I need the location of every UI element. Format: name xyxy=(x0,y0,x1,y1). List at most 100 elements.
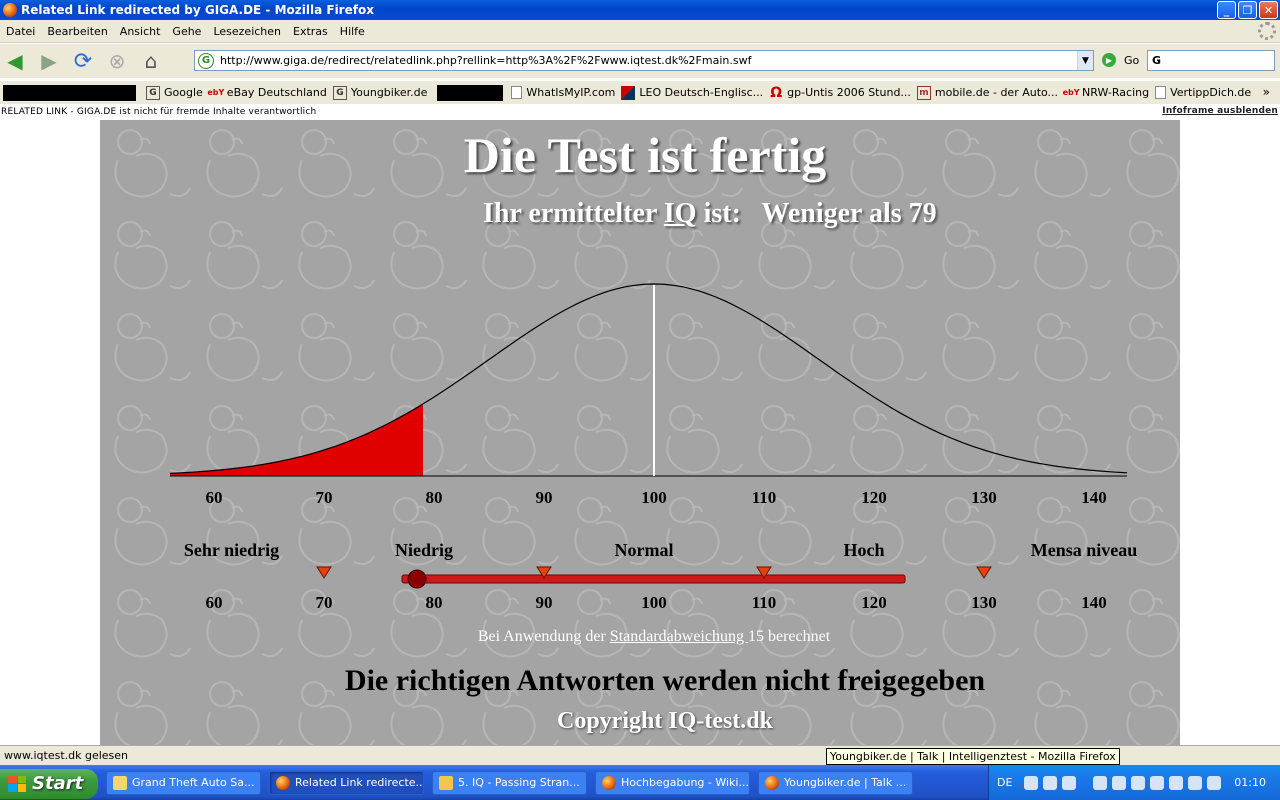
url-text[interactable]: http://www.giga.de/redirect/relatedlink.… xyxy=(220,54,1077,67)
bell-curve-chart: 60 70 80 90 100 110 120 130 140 xyxy=(169,283,1128,507)
stop-button[interactable]: ⊗ xyxy=(102,47,132,75)
taskbar-item-youngbiker[interactable]: Youngbiker.de | Talk ... xyxy=(758,770,913,795)
bookmark-youngbiker[interactable]: G Youngbiker.de xyxy=(332,85,428,100)
window-titlebar: Related Link redirected by GIGA.DE - Moz… xyxy=(0,0,1280,20)
bookmark-label: Google xyxy=(164,86,203,99)
bookmark-vertippdich[interactable]: VertippDich.de xyxy=(1155,86,1251,99)
x-tick-label: 100 xyxy=(641,488,667,507)
url-dropdown-icon[interactable]: ▼ xyxy=(1077,51,1093,70)
tray-app-icon[interactable] xyxy=(1150,775,1165,790)
omega-icon: Ω xyxy=(770,84,783,101)
flash-stage: Die Test ist fertig Ihr ermittelter IQ i… xyxy=(100,120,1180,745)
scale-tick-label: 70 xyxy=(316,593,333,612)
bookmark-ebay[interactable]: ebY eBay Deutschland xyxy=(207,86,327,100)
minimize-button[interactable]: _ xyxy=(1217,1,1236,19)
back-button[interactable]: ◀ xyxy=(0,47,30,75)
bookmark-label: mobile.de - der Auto... xyxy=(934,86,1059,99)
forward-button[interactable]: ▶ xyxy=(34,47,64,75)
menu-extras[interactable]: Extras xyxy=(287,25,334,38)
home-button[interactable]: ⌂ xyxy=(136,47,166,75)
iq-charts: 60 70 80 90 100 110 120 130 140 Sehr niedrig Nied… xyxy=(169,283,1137,612)
firefox-icon xyxy=(602,775,616,790)
close-button[interactable]: ✕ xyxy=(1259,1,1278,19)
hide-infoframe-link[interactable]: Infoframe ausblenden xyxy=(1162,106,1278,116)
bookmark-whatismyip[interactable]: WhatIsMyIP.com xyxy=(511,86,615,99)
std-note-prefix: Bei Anwendung der xyxy=(477,628,610,645)
search-engine-icon[interactable]: G xyxy=(1152,54,1161,67)
bookmark-label: WhatIsMyIP.com xyxy=(526,86,616,99)
bookmarks-toolbar: G Google ebY eBay Deutschland G Youngbik… xyxy=(0,80,1280,104)
scale-category-label: Mensa niveau xyxy=(1031,540,1138,560)
back-arrow-icon: ◀ xyxy=(7,49,23,73)
taskbar: Start Grand Theft Auto Sa... Related Lin… xyxy=(0,765,1280,800)
bookmark-leo[interactable]: LEO Deutsch-Englisc... xyxy=(621,85,764,100)
copyright-text: Copyright IQ-test.dk xyxy=(556,708,773,734)
menu-hilfe[interactable]: Hilfe xyxy=(334,25,371,38)
url-bar[interactable]: G http://www.giga.de/redirect/relatedlin… xyxy=(194,50,1094,71)
tray-app-icon[interactable] xyxy=(1207,775,1222,790)
bookmark-mobile[interactable]: m mobile.de - der Auto... xyxy=(916,85,1059,100)
firefox-icon xyxy=(765,775,779,790)
volume-icon[interactable] xyxy=(1131,775,1146,790)
bookmark-label: gp-Untis 2006 Stund... xyxy=(787,86,911,99)
scale-tick-label: 80 xyxy=(426,593,443,612)
wifi-icon[interactable] xyxy=(1188,775,1203,790)
network-icon[interactable] xyxy=(1169,775,1184,790)
maximize-button[interactable]: ❐ xyxy=(1238,1,1257,19)
menu-lesezeichen[interactable]: Lesezeichen xyxy=(207,25,287,38)
language-indicator[interactable]: DE xyxy=(997,776,1012,789)
stop-icon: ⊗ xyxy=(108,49,126,73)
giga-infobar: RELATED LINK - GIGA.DE ist nicht für fre… xyxy=(0,104,1280,120)
reload-button[interactable]: ⟳ xyxy=(68,47,98,75)
menu-datei[interactable]: Datei xyxy=(0,25,41,38)
tray-app-icon[interactable] xyxy=(1024,775,1039,790)
std-deviation-link[interactable]: Standardabweichung xyxy=(610,628,748,645)
task-label: Related Link redirecte... xyxy=(295,776,424,789)
go-button[interactable]: ▶ Go xyxy=(1102,53,1139,67)
task-label: Youngbiker.de | Talk ... xyxy=(784,776,907,789)
start-label: Start xyxy=(32,773,84,794)
bookmark-label: VertippDich.de xyxy=(1170,86,1252,99)
taskbar-item-related-link[interactable]: Related Link redirecte... xyxy=(269,770,424,795)
chevron-left-icon[interactable] xyxy=(1093,775,1108,790)
windows-logo-icon xyxy=(8,775,26,792)
scale-tick-label: 110 xyxy=(752,593,777,612)
page-icon xyxy=(511,86,523,99)
taskbar-item-hochbegabung[interactable]: Hochbegabung - Wiki... xyxy=(595,770,750,795)
bookmark-nrw-racing[interactable]: ebY NRW-Racing xyxy=(1063,86,1150,100)
clock: 01:10 xyxy=(1234,776,1266,789)
menu-bearbeiten[interactable]: Bearbeiten xyxy=(41,25,113,38)
taskbar-item-gta[interactable]: Grand Theft Auto Sa... xyxy=(106,770,261,795)
menu-ansicht[interactable]: Ansicht xyxy=(114,25,167,38)
mobile-icon: m xyxy=(916,85,931,100)
x-tick-label: 120 xyxy=(861,488,887,507)
bookmark-label: LEO Deutsch-Englisc... xyxy=(639,86,764,99)
iq-scale-chart: Sehr niedrig Niedrig Normal Hoch Mensa nivea… xyxy=(184,540,1137,612)
google-icon: G xyxy=(332,85,347,100)
scale-tick-label: 60 xyxy=(206,593,223,612)
bookmark-google[interactable]: G Google xyxy=(146,85,203,100)
x-tick-label: 140 xyxy=(1081,488,1107,507)
x-tick-label: 130 xyxy=(971,488,997,507)
tray-app-icon[interactable] xyxy=(1043,775,1058,790)
start-button[interactable]: Start xyxy=(0,768,98,799)
menu-gehe[interactable]: Gehe xyxy=(166,25,207,38)
x-tick-label: 110 xyxy=(752,488,777,507)
bookmark-gp-untis[interactable]: Ω gp-Untis 2006 Stund... xyxy=(769,84,911,101)
bookmark-label: Youngbiker.de xyxy=(350,86,428,99)
go-label: Go xyxy=(1124,53,1140,67)
taskbar-item-winamp[interactable]: 5. IQ - Passing Stran... xyxy=(432,770,587,795)
bookmark-label: eBay Deutschland xyxy=(226,86,327,99)
highlight-area xyxy=(170,403,423,476)
task-label: 5. IQ - Passing Stran... xyxy=(458,776,580,789)
scale-category-label: Normal xyxy=(615,540,674,560)
go-arrow-icon: ▶ xyxy=(1102,53,1116,67)
x-tick-label: 60 xyxy=(206,488,223,507)
search-input[interactable]: G xyxy=(1147,50,1275,71)
firefox-icon[interactable] xyxy=(1062,775,1077,790)
scale-tick-label: 130 xyxy=(971,593,997,612)
scale-bar xyxy=(401,574,906,584)
taskbar-tooltip: Youngbiker.de | Talk | Intelligenztest -… xyxy=(826,748,1120,765)
chevron-more-icon[interactable]: » xyxy=(1263,85,1270,99)
tray-app-icon[interactable] xyxy=(1112,775,1127,790)
